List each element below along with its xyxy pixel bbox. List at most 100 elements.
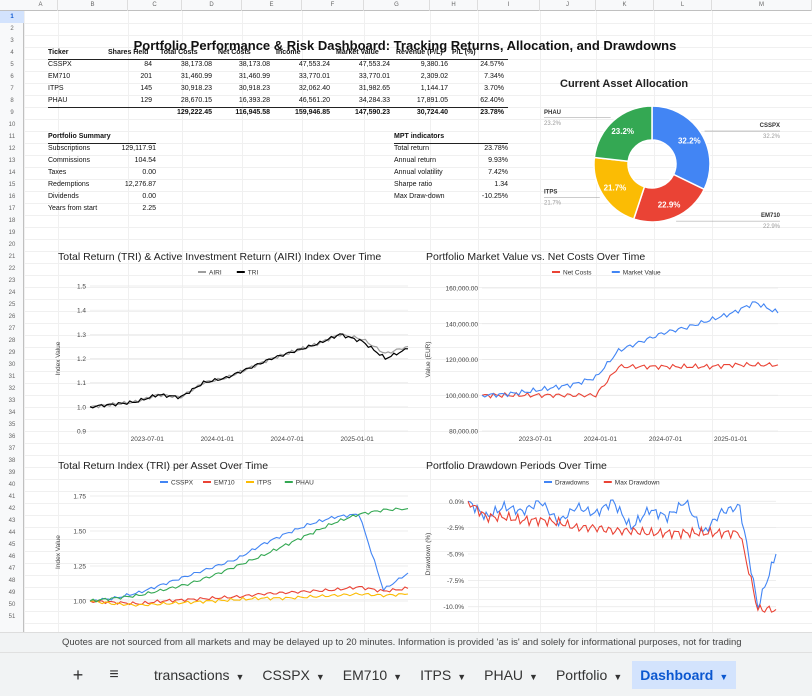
row-header-5[interactable]: 5 xyxy=(0,59,24,71)
row-header-30[interactable]: 30 xyxy=(0,359,24,371)
row-header-32[interactable]: 32 xyxy=(0,383,24,395)
row-header-51[interactable]: 51 xyxy=(0,611,24,623)
row-header-48[interactable]: 48 xyxy=(0,575,24,587)
column-header-l[interactable]: L xyxy=(654,0,712,11)
tab-dropdown-icon[interactable]: ▼ xyxy=(235,672,244,682)
row-header-22[interactable]: 22 xyxy=(0,263,24,275)
column-header-i[interactable]: I xyxy=(478,0,540,11)
row-header-3[interactable]: 3 xyxy=(0,35,24,47)
row-header-12[interactable]: 12 xyxy=(0,143,24,155)
row-header-bar[interactable]: 1 2 3 4 5 6 7 8 9 10 11 12 13 14 15 16 17 18 19 20 21 22 23 24 2… xyxy=(0,11,24,632)
row-header-39[interactable]: 39 xyxy=(0,467,24,479)
row-header-26[interactable]: 26 xyxy=(0,311,24,323)
tab-dashboard[interactable]: Dashboard ▼ xyxy=(632,661,737,689)
tab-dropdown-icon[interactable]: ▼ xyxy=(457,672,466,682)
tab-dropdown-icon[interactable]: ▼ xyxy=(393,672,402,682)
row-header-21[interactable]: 21 xyxy=(0,251,24,263)
row-header-19[interactable]: 19 xyxy=(0,227,24,239)
column-header-d[interactable]: D xyxy=(182,0,242,11)
series-line-market-value[interactable] xyxy=(481,301,779,398)
row-header-37[interactable]: 37 xyxy=(0,443,24,455)
tab-em710[interactable]: EM710 ▼ xyxy=(335,661,410,689)
row-header-33[interactable]: 33 xyxy=(0,395,24,407)
tab-dropdown-icon[interactable]: ▼ xyxy=(719,672,728,682)
holdings-cell: 31,460.99 xyxy=(238,73,270,80)
drawdown-line-chart[interactable]: Drawdowns Max Drawdown 0.0% -2.5% -5.0% -7.5%… xyxy=(412,474,792,624)
series-line-tri[interactable] xyxy=(89,333,409,409)
tab-portfolio[interactable]: Portfolio ▼ xyxy=(548,661,630,689)
series-line-csspx[interactable] xyxy=(89,513,409,603)
row-header-17[interactable]: 17 xyxy=(0,203,24,215)
row-header-4[interactable]: 4 xyxy=(0,47,24,59)
row-header-2[interactable]: 2 xyxy=(0,23,24,35)
row-header-35[interactable]: 35 xyxy=(0,419,24,431)
row-header-40[interactable]: 40 xyxy=(0,479,24,491)
series-line-em710[interactable] xyxy=(89,585,409,606)
column-header-a[interactable]: A xyxy=(24,0,58,11)
row-header-38[interactable]: 38 xyxy=(0,455,24,467)
row-header-36[interactable]: 36 xyxy=(0,431,24,443)
tab-itps[interactable]: ITPS ▼ xyxy=(412,661,474,689)
row-header-41[interactable]: 41 xyxy=(0,491,24,503)
row-header-14[interactable]: 14 xyxy=(0,167,24,179)
tab-csspx[interactable]: CSSPX ▼ xyxy=(254,661,332,689)
column-header-j[interactable]: J xyxy=(540,0,596,11)
allocation-donut-chart[interactable]: 32.2% CSSPX 32.2% 22.9% EM710 22.9% 21.7% ITPS 2… xyxy=(540,92,788,240)
row-header-10[interactable]: 10 xyxy=(0,119,24,131)
row-header-27[interactable]: 27 xyxy=(0,323,24,335)
row-header-25[interactable]: 25 xyxy=(0,299,24,311)
row-header-8[interactable]: 8 xyxy=(0,95,24,107)
row-header-16[interactable]: 16 xyxy=(0,191,24,203)
row-header-44[interactable]: 44 xyxy=(0,527,24,539)
all-sheets-menu-icon[interactable]: ≡ xyxy=(100,661,128,689)
column-header-b[interactable]: B xyxy=(58,0,128,11)
spreadsheet-grid[interactable]: ABCDEFGHIJKLM 1 2 3 4 5 6 7 8 9 10 11 12 13 14 15 16 17 1… xyxy=(0,0,812,632)
column-header-c[interactable]: C xyxy=(128,0,182,11)
row-header-49[interactable]: 49 xyxy=(0,587,24,599)
column-header-e[interactable]: E xyxy=(242,0,302,11)
column-header-g[interactable]: G xyxy=(364,0,430,11)
row-header-34[interactable]: 34 xyxy=(0,407,24,419)
tab-dropdown-icon[interactable]: ▼ xyxy=(529,672,538,682)
market-value-vs-costs-chart[interactable]: Net Costs Market Value 160,000.00 140,000.0… xyxy=(412,264,792,450)
row-header-47[interactable]: 47 xyxy=(0,563,24,575)
row-header-42[interactable]: 42 xyxy=(0,503,24,515)
add-sheet-icon[interactable]: + xyxy=(64,661,92,689)
allocation-slice-csspx[interactable] xyxy=(651,105,711,191)
row-header-28[interactable]: 28 xyxy=(0,335,24,347)
tab-dropdown-icon[interactable]: ▼ xyxy=(316,672,325,682)
row-header-43[interactable]: 43 xyxy=(0,515,24,527)
column-header-m[interactable]: M xyxy=(712,0,812,11)
row-header-18[interactable]: 18 xyxy=(0,215,24,227)
legend-label-max-drawdown: Max Drawdown xyxy=(615,480,660,487)
y-tick-label: 0.9 xyxy=(77,429,86,436)
row-header-46[interactable]: 46 xyxy=(0,551,24,563)
row-header-6[interactable]: 6 xyxy=(0,71,24,83)
row-header-45[interactable]: 45 xyxy=(0,539,24,551)
tab-dropdown-icon[interactable]: ▼ xyxy=(613,672,622,682)
row-header-13[interactable]: 13 xyxy=(0,155,24,167)
column-header-k[interactable]: K xyxy=(596,0,654,11)
row-header-50[interactable]: 50 xyxy=(0,599,24,611)
row-header-20[interactable]: 20 xyxy=(0,239,24,251)
row-header-7[interactable]: 7 xyxy=(0,83,24,95)
totals-cell: 147,590.23 xyxy=(354,109,390,116)
row-header-15[interactable]: 15 xyxy=(0,179,24,191)
column-header-bar[interactable]: ABCDEFGHIJKLM xyxy=(0,0,812,11)
series-line-max-drawdown[interactable] xyxy=(467,501,777,613)
row-header-11[interactable]: 11 xyxy=(0,131,24,143)
series-line-airi[interactable] xyxy=(89,333,409,409)
series-line-phau[interactable] xyxy=(89,507,409,603)
row-header-9[interactable]: 9 xyxy=(0,107,24,119)
tab-phau[interactable]: PHAU ▼ xyxy=(476,661,546,689)
row-header-23[interactable]: 23 xyxy=(0,275,24,287)
row-header-24[interactable]: 24 xyxy=(0,287,24,299)
tri-airi-line-chart[interactable]: AIRI TRI 1.5 1.4 1.3 1.2 1.1 1.0 0.9 Index Value 2… xyxy=(40,264,412,450)
column-header-f[interactable]: F xyxy=(302,0,364,11)
column-header-h[interactable]: H xyxy=(430,0,478,11)
row-header-1[interactable]: 1 xyxy=(0,11,24,23)
row-header-31[interactable]: 31 xyxy=(0,371,24,383)
tab-transactions[interactable]: transactions ▼ xyxy=(146,661,252,689)
asset-tri-line-chart[interactable]: CSSPX EM710 ITPS PHAU 1.75 1.50 1.25 1.00 Index … xyxy=(40,474,412,624)
row-header-29[interactable]: 29 xyxy=(0,347,24,359)
